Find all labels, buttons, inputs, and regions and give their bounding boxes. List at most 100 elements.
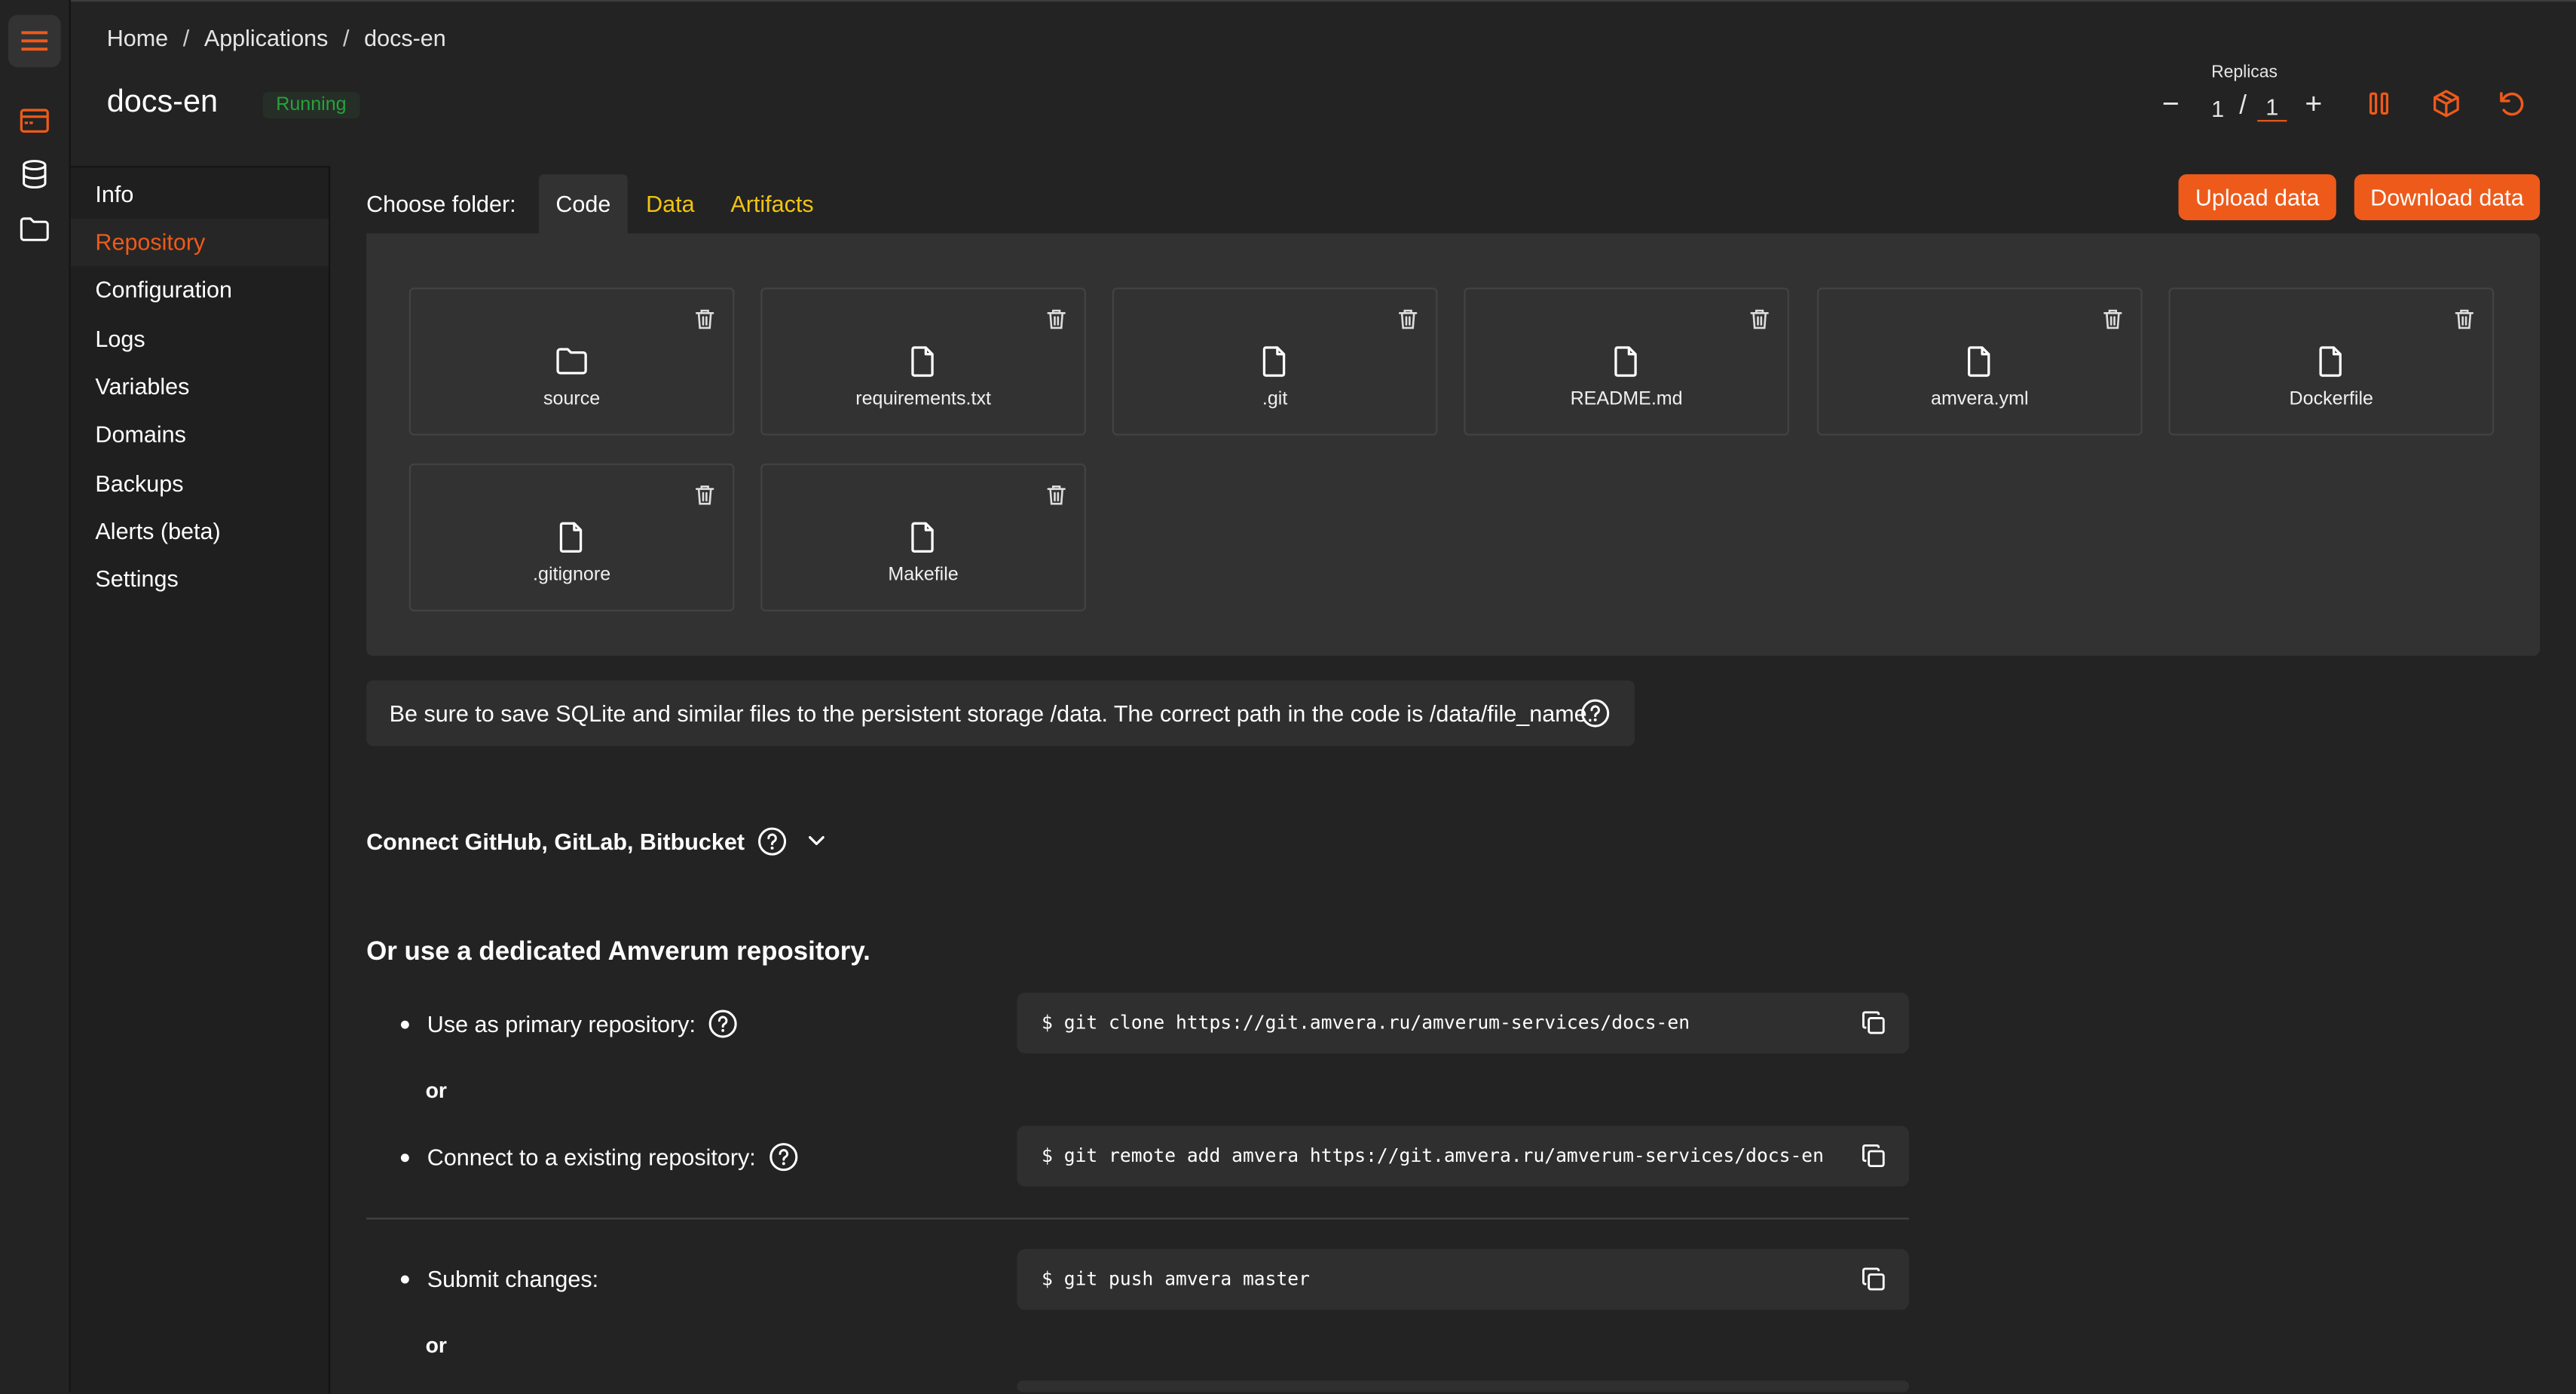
restart-icon[interactable] — [2494, 85, 2530, 121]
breadcrumb-home[interactable]: Home — [107, 25, 168, 51]
shell-prompt: $ — [1042, 1268, 1053, 1291]
file-name: requirements.txt — [855, 389, 991, 409]
connect-repo-toggle[interactable]: Connect GitHub, GitLab, Bitbucket — [366, 826, 834, 856]
sidebar-item-variables[interactable]: Variables — [71, 363, 329, 411]
connect-repo-label: Connect GitHub, GitLab, Bitbucket — [366, 828, 745, 855]
app-root: Home / Applications / docs-en docs-en Ru… — [0, 0, 2576, 1394]
submit-changes-label: Submit changes: — [427, 1265, 599, 1292]
pause-icon[interactable] — [2361, 85, 2397, 121]
push-command-box: $ git push amvera master — [1017, 1248, 1910, 1310]
icon-rail — [0, 0, 71, 1392]
trash-icon[interactable] — [2101, 308, 2125, 331]
folder-icon — [556, 348, 587, 375]
upload-data-button[interactable]: Upload data — [2178, 174, 2336, 221]
file-icon — [2319, 346, 2342, 377]
tab-data[interactable]: Data — [638, 174, 703, 233]
apps-icon[interactable] — [8, 93, 61, 146]
breadcrumb-current: docs-en — [364, 24, 446, 51]
file-icon — [911, 522, 934, 553]
sidebar-item-logs[interactable]: Logs — [71, 316, 329, 363]
file-name: amvera.yml — [1930, 389, 2029, 409]
existing-repo-item: Connect to a existing repository: — [400, 1142, 799, 1172]
shell-prompt: $ — [1042, 1012, 1053, 1034]
file-icon — [1614, 346, 1637, 377]
trash-icon[interactable] — [693, 483, 717, 507]
copy-icon[interactable] — [1862, 1267, 1886, 1292]
tab-artifacts[interactable]: Artifacts — [720, 174, 825, 233]
replicas-input[interactable]: 1 — [2257, 93, 2287, 122]
trash-icon[interactable] — [693, 308, 717, 331]
folder-icon[interactable] — [8, 202, 61, 255]
trash-icon[interactable] — [1045, 483, 1068, 507]
remote-add-command: git remote add amvera https://git.amvera… — [1063, 1145, 1824, 1167]
primary-repo-item: Use as primary repository: — [400, 1009, 739, 1038]
sidebar-item-configuration[interactable]: Configuration — [71, 266, 329, 314]
chevron-down-icon[interactable] — [800, 830, 834, 853]
file-card[interactable]: README.md — [1464, 287, 1789, 436]
storage-note-text: Be sure to save SQLite and similar files… — [389, 700, 1594, 727]
file-name: README.md — [1570, 389, 1683, 409]
database-icon[interactable] — [8, 148, 61, 201]
breadcrumb: Home / Applications / docs-en — [107, 25, 446, 51]
file-card[interactable]: .gitignore — [408, 463, 735, 611]
submit-changes-item: Submit changes: — [400, 1265, 599, 1292]
replicas-increment-button[interactable]: + — [2305, 87, 2322, 122]
download-data-button[interactable]: Download data — [2354, 174, 2541, 221]
sidebar-item-domains[interactable]: Domains — [71, 411, 329, 458]
breadcrumb-applications[interactable]: Applications — [204, 25, 329, 51]
file-card[interactable]: source — [408, 287, 735, 436]
trash-icon[interactable] — [1397, 308, 1420, 331]
sidebar-item-repository[interactable]: Repository — [70, 218, 329, 267]
trash-icon[interactable] — [2453, 308, 2477, 331]
breadcrumb-separator: / — [182, 24, 190, 51]
push-command: git push amvera master — [1063, 1268, 1310, 1291]
page-title: docs-en — [106, 85, 219, 121]
trash-icon[interactable] — [1748, 308, 1771, 331]
sidebar-item-backups[interactable]: Backups — [71, 460, 329, 507]
replicas-decrement-button[interactable]: − — [2162, 87, 2180, 122]
copy-icon[interactable] — [1862, 1011, 1886, 1036]
tab-code[interactable]: Code — [539, 174, 628, 234]
code-box-partial — [1017, 1380, 1910, 1392]
help-icon[interactable] — [769, 1142, 798, 1172]
file-name: Makefile — [888, 565, 959, 586]
storage-note: Be sure to save SQLite and similar files… — [366, 680, 1635, 746]
clone-command: git clone https://git.amvera.ru/amverum-… — [1063, 1012, 1690, 1034]
replicas-label: Replicas — [2211, 62, 2278, 82]
file-icon — [559, 522, 583, 553]
file-icon — [1262, 346, 1286, 377]
file-icon — [911, 346, 934, 377]
help-icon[interactable] — [757, 826, 787, 856]
breadcrumb-separator: / — [343, 24, 350, 51]
file-browser: source requirements.txt .git README.md a… — [366, 233, 2541, 656]
copy-icon[interactable] — [1862, 1144, 1886, 1169]
file-name: source — [543, 389, 601, 409]
file-name: .gitignore — [533, 565, 611, 586]
file-card[interactable]: .git — [1112, 287, 1438, 436]
bullet-dot — [400, 1274, 409, 1283]
bullet-dot — [400, 1153, 409, 1162]
replicas-separator: / — [2239, 92, 2247, 121]
file-card[interactable]: requirements.txt — [760, 287, 1086, 436]
menu-icon[interactable] — [8, 14, 61, 68]
clone-command-box: $ git clone https://git.amvera.ru/amveru… — [1017, 992, 1910, 1054]
file-card[interactable]: amvera.yml — [1816, 287, 2143, 436]
sidebar-item-alerts[interactable]: Alerts (beta) — [71, 508, 329, 556]
trash-icon[interactable] — [1045, 308, 1068, 331]
file-card[interactable]: Dockerfile — [2168, 287, 2495, 436]
file-card[interactable]: Makefile — [760, 463, 1086, 611]
sidebar-item-info[interactable]: Info — [71, 171, 329, 219]
remote-add-command-box: $ git remote add amvera https://git.amve… — [1017, 1126, 1910, 1187]
status-badge: Running — [262, 92, 360, 118]
shell-prompt: $ — [1042, 1145, 1053, 1167]
primary-repo-label: Use as primary repository: — [427, 1010, 696, 1037]
help-icon[interactable] — [1580, 698, 1610, 728]
box-icon[interactable] — [2428, 85, 2464, 121]
section-divider — [366, 1218, 1910, 1220]
choose-folder-label: Choose folder: — [366, 190, 516, 217]
top-border — [0, 0, 2576, 2]
help-icon[interactable] — [708, 1009, 738, 1038]
existing-repo-label: Connect to a existing repository: — [427, 1144, 756, 1171]
replicas-current: 1 — [2211, 95, 2225, 122]
sidebar-item-settings[interactable]: Settings — [71, 556, 329, 603]
